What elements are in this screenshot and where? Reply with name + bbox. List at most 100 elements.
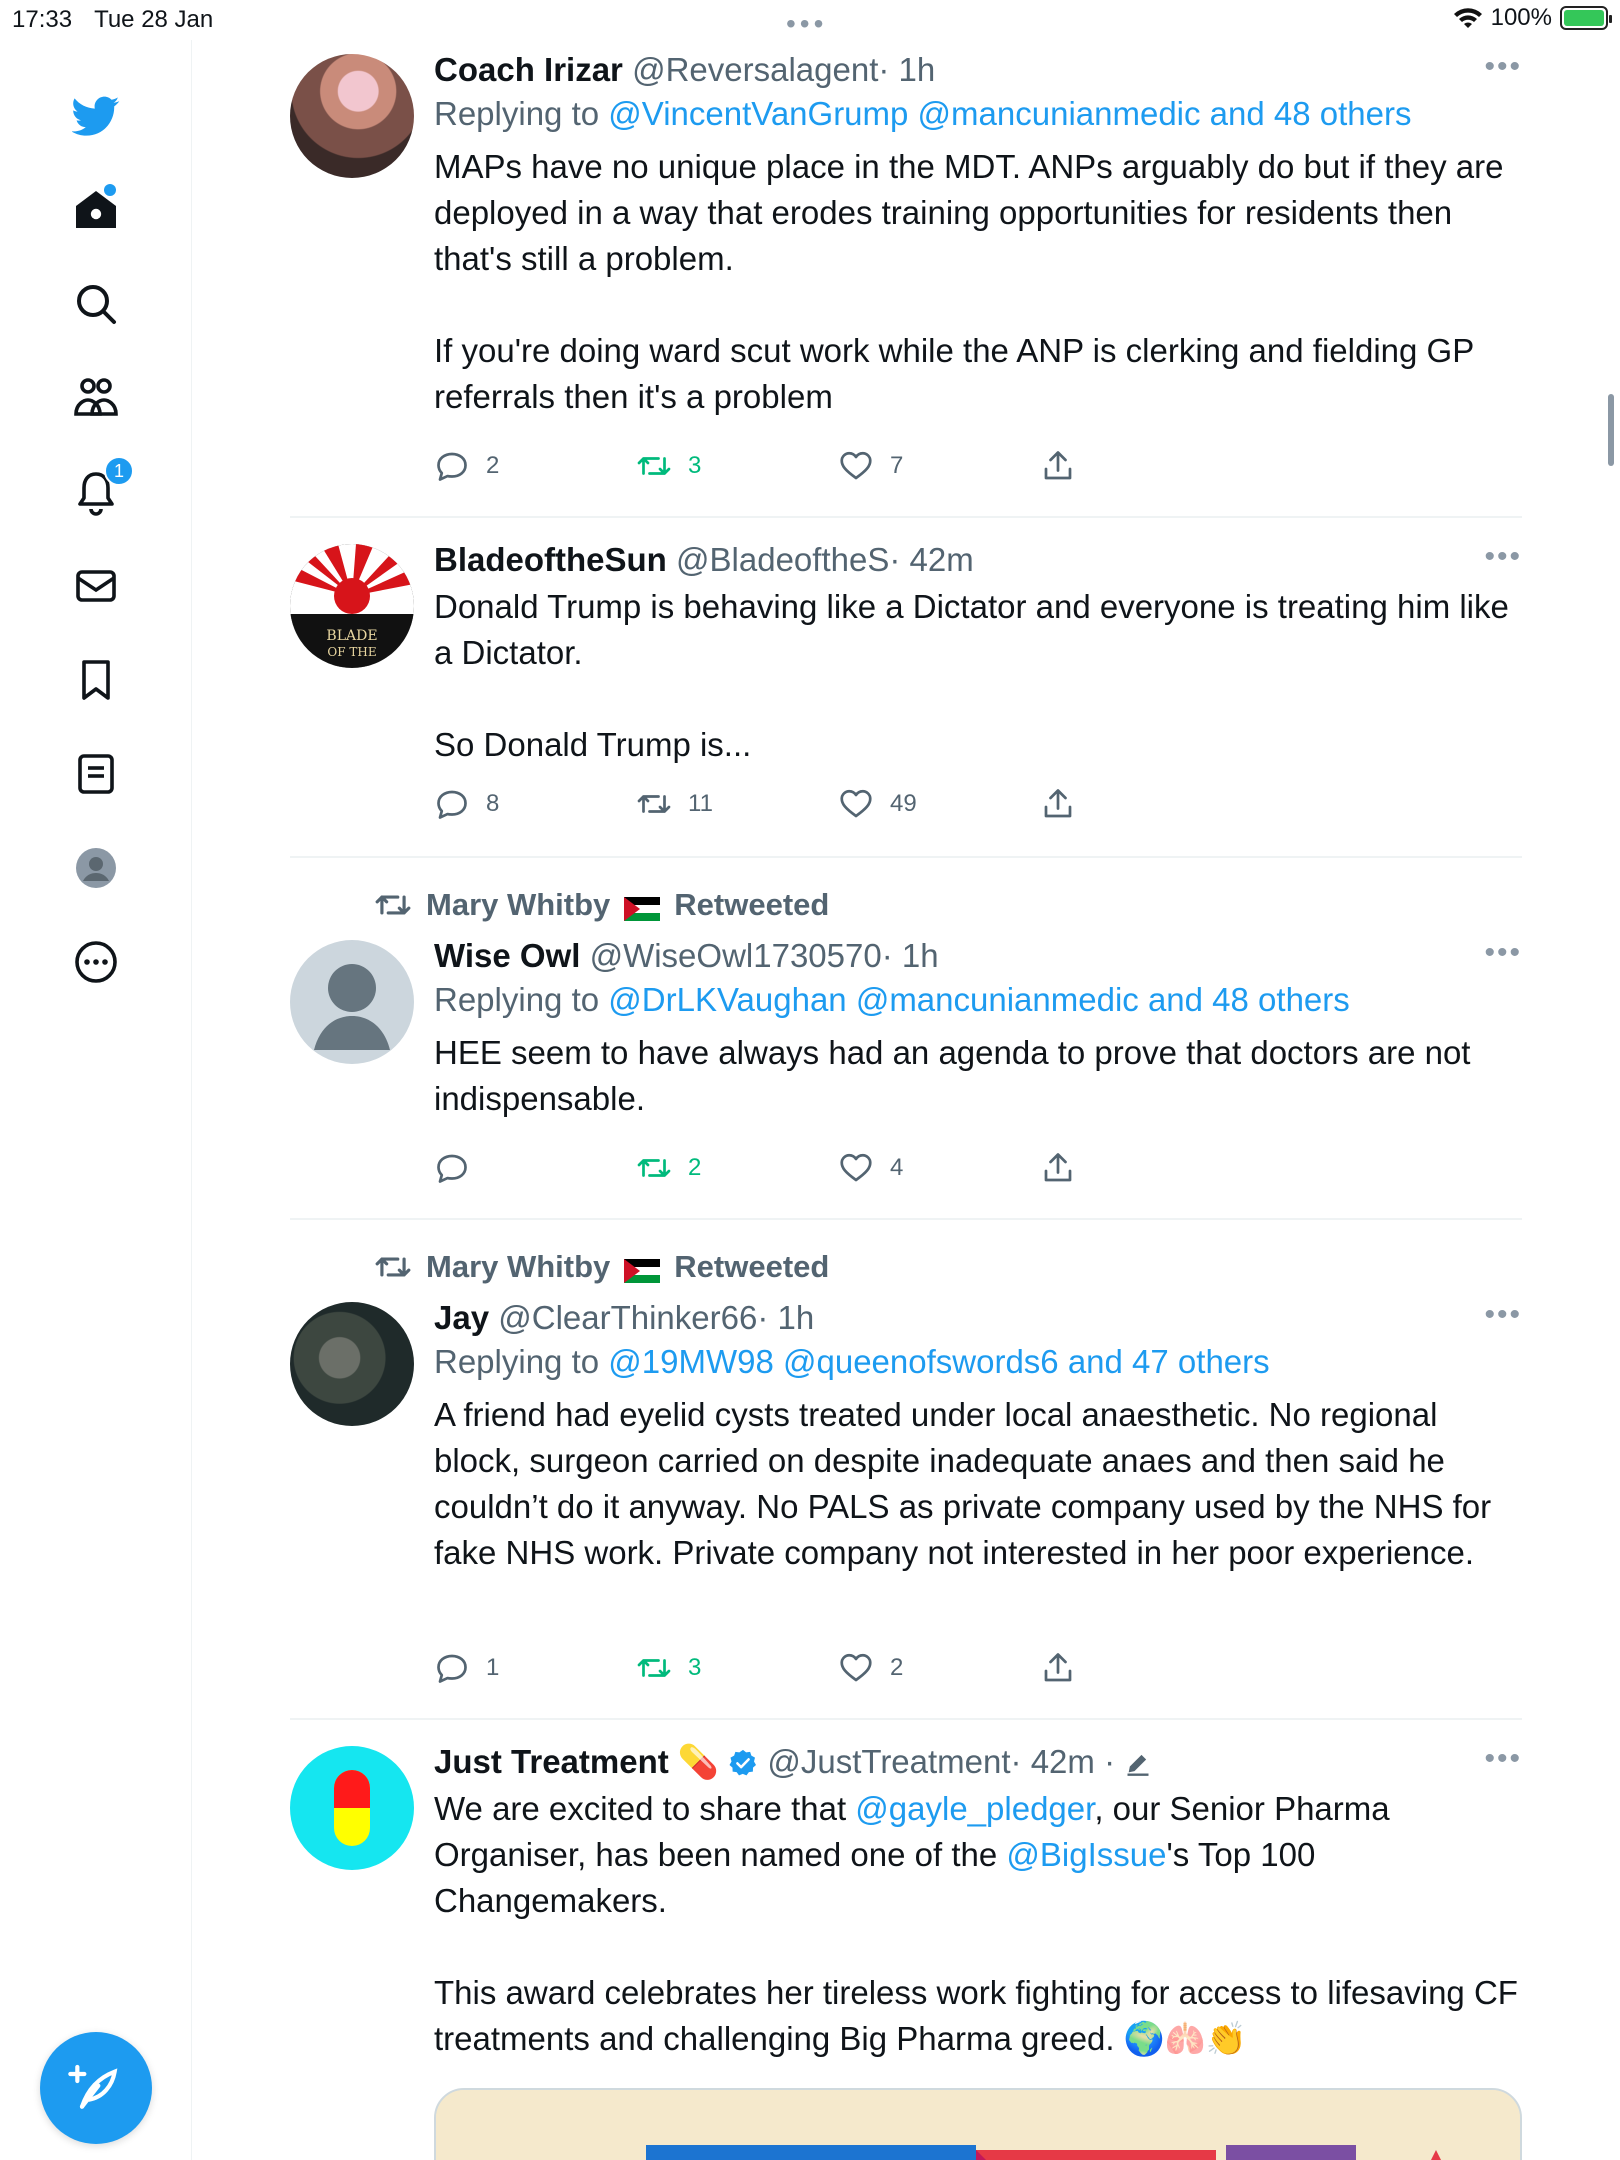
like-button[interactable]: 49 xyxy=(838,786,1040,822)
more-circle-icon[interactable] xyxy=(66,932,126,992)
bookmark-icon[interactable] xyxy=(66,650,126,710)
tweet[interactable]: BLADE OF THE BladeoftheSun @BladeoftheS·… xyxy=(290,538,1522,858)
retweeter-name[interactable]: Mary Whitby xyxy=(426,887,610,923)
reply-button[interactable]: 1 xyxy=(434,1650,636,1686)
retweet-icon xyxy=(637,1159,671,1177)
replying-to: Replying to @DrLKVaughan @mancunianmedic… xyxy=(434,978,1522,1022)
tweet-time: · 1h xyxy=(757,1299,815,1336)
envelope-icon[interactable] xyxy=(66,556,126,616)
battery-icon xyxy=(1560,6,1612,30)
author-name[interactable]: Wise Owl xyxy=(434,937,580,974)
author-name[interactable]: Coach Irizar xyxy=(434,51,623,88)
replying-to-mentions[interactable]: @DrLKVaughan @mancunianmedic and 48 othe… xyxy=(608,981,1350,1018)
author-name[interactable]: Jay xyxy=(434,1299,489,1336)
reply-button[interactable] xyxy=(434,1150,636,1186)
retweet-button[interactable]: 3 xyxy=(636,1650,838,1686)
like-button[interactable]: 2 xyxy=(838,1650,1040,1686)
heart-icon xyxy=(840,1153,872,1182)
home-icon[interactable] xyxy=(66,180,126,240)
status-bar: 17:33 Tue 28 Jan ••• 100% xyxy=(0,0,1620,40)
heart-icon xyxy=(840,789,872,818)
author-handle[interactable]: @JustTreatment xyxy=(767,1743,1010,1780)
more-options-icon[interactable]: ••• xyxy=(1484,50,1522,84)
retweet-count: 2 xyxy=(688,1154,702,1181)
replying-to-mentions[interactable]: @VincentVanGrump @mancunianmedic and 48 … xyxy=(608,95,1411,132)
tweet[interactable]: Coach Irizar @Reversalagent· 1h Replying… xyxy=(290,48,1522,518)
edited-pencil-icon[interactable] xyxy=(1124,1749,1152,1777)
retweeter-name[interactable]: Mary Whitby xyxy=(426,1249,610,1285)
tweet-time: · 42m xyxy=(889,541,974,578)
share-button[interactable] xyxy=(1040,1150,1242,1186)
retweet-icon xyxy=(637,1659,671,1677)
tweet[interactable]: Just Treatment 💊 @JustTreatment· 42m · W… xyxy=(290,1740,1522,2160)
tweet-text: MAPs have no unique place in the MDT. AN… xyxy=(434,148,1504,415)
retweet-icon xyxy=(637,457,671,475)
scrollbar[interactable] xyxy=(1608,394,1614,466)
author-name[interactable]: BladeoftheSun xyxy=(434,541,667,578)
share-icon xyxy=(1044,451,1072,480)
people-icon[interactable] xyxy=(66,368,126,428)
bird-icon[interactable] xyxy=(66,86,126,146)
notification-badge: 1 xyxy=(104,456,134,486)
more-options-icon[interactable]: ••• xyxy=(1484,1298,1522,1332)
tweet-text: A friend had eyelid cysts treated under … xyxy=(434,1396,1492,1571)
retweet-icon xyxy=(637,795,671,813)
sidebar: 1 xyxy=(0,40,192,2160)
reply-icon xyxy=(437,1154,467,1183)
avatar[interactable]: BLADE OF THE xyxy=(290,544,414,668)
media-image[interactable] xyxy=(434,2088,1522,2160)
retweeted-label: Retweeted xyxy=(674,887,830,922)
heart-icon xyxy=(840,1653,872,1682)
avatar[interactable] xyxy=(290,1746,414,1870)
tweet-text-segment: We are excited to share that xyxy=(434,1790,856,1827)
tweet-text: HEE seem to have always had an agenda to… xyxy=(434,1034,1471,1117)
replying-to-mentions[interactable]: @19MW98 @queenofswords6 and 47 others xyxy=(608,1343,1269,1380)
like-button[interactable]: 4 xyxy=(838,1150,1040,1186)
tweet[interactable]: Mary Whitby Retweeted Wise Owl @WiseOwl1… xyxy=(290,882,1522,1220)
reply-button[interactable]: 2 xyxy=(434,448,636,484)
author-handle[interactable]: @ClearThinker66 xyxy=(498,1299,757,1336)
palestine-flag-icon xyxy=(624,1255,661,1283)
pill-emoji: 💊 xyxy=(677,1743,720,1780)
share-button[interactable] xyxy=(1040,448,1242,484)
share-icon xyxy=(1044,1653,1072,1682)
tweet-time: · 42m · xyxy=(1010,1743,1116,1780)
like-count: 2 xyxy=(890,1654,904,1681)
retweet-count: 11 xyxy=(688,790,713,817)
heart-icon xyxy=(840,451,872,480)
retweet-button[interactable]: 2 xyxy=(636,1150,838,1186)
share-button[interactable] xyxy=(1040,786,1242,822)
share-icon xyxy=(1044,1153,1072,1182)
avatar[interactable] xyxy=(290,1302,414,1426)
author-handle[interactable]: @BladeoftheS xyxy=(676,541,889,578)
mention-link[interactable]: @gayle_pledger xyxy=(855,1790,1094,1827)
retweet-button[interactable]: 3 xyxy=(636,448,838,484)
like-button[interactable]: 7 xyxy=(838,448,1040,484)
more-options-icon[interactable]: ••• xyxy=(1484,1742,1522,1776)
reply-button[interactable]: 8 xyxy=(434,786,636,822)
more-options-icon[interactable]: ••• xyxy=(1484,540,1522,574)
share-button[interactable] xyxy=(1040,1650,1242,1686)
author-handle[interactable]: @Reversalagent xyxy=(632,51,878,88)
list-icon[interactable] xyxy=(66,744,126,804)
media-graphic xyxy=(436,2090,1520,2160)
tweet[interactable]: Mary Whitby Retweeted Jay @ClearThinker6… xyxy=(290,1244,1522,1720)
retweeted-label: Retweeted xyxy=(674,1249,830,1284)
tweet-time: · 1h xyxy=(878,51,936,88)
more-options-icon[interactable]: ••• xyxy=(1484,936,1522,970)
search-icon[interactable] xyxy=(66,274,126,334)
replying-to-label: Replying to xyxy=(434,981,600,1018)
author-name[interactable]: Just Treatment xyxy=(434,1743,669,1780)
multitasking-handle[interactable]: ••• xyxy=(786,8,827,40)
avatar[interactable] xyxy=(290,940,414,1064)
avatar-icon[interactable] xyxy=(66,838,126,898)
bell-icon[interactable]: 1 xyxy=(66,456,134,522)
mention-link[interactable]: @BigIssue xyxy=(1006,1836,1166,1873)
author-handle[interactable]: @WiseOwl1730570 xyxy=(590,937,882,974)
compose-icon[interactable] xyxy=(40,2032,152,2144)
pill-logo-icon xyxy=(334,1770,370,1846)
avatar[interactable] xyxy=(290,54,414,178)
reply-icon xyxy=(437,790,467,819)
retweet-button[interactable]: 11 xyxy=(636,786,838,822)
tweet-actions: 8 11 49 xyxy=(434,786,1242,822)
